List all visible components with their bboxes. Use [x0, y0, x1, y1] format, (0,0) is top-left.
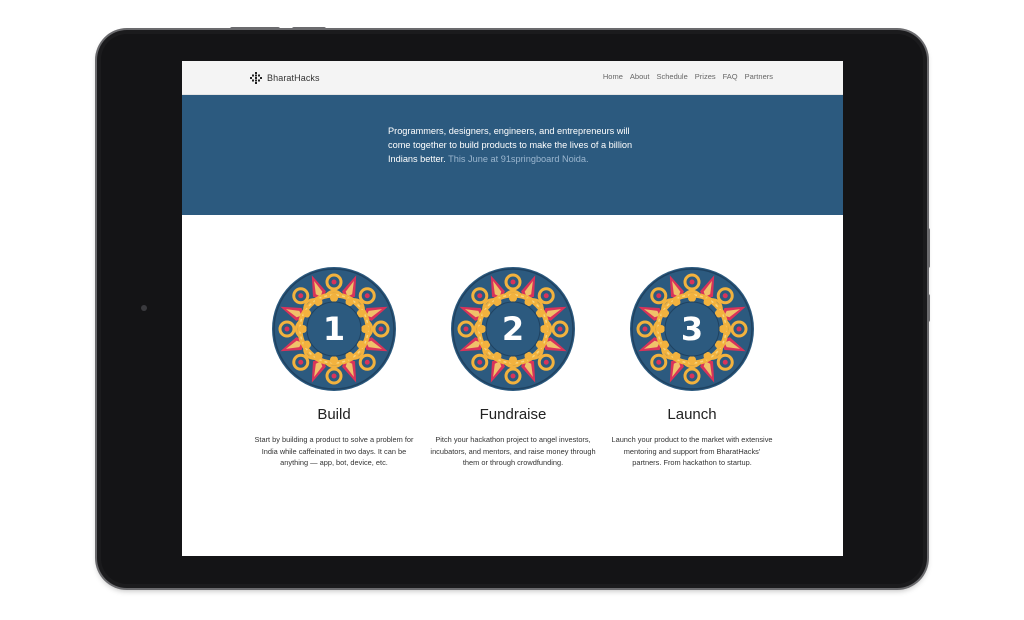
brand-name: BharatHacks — [267, 73, 320, 83]
nav-link-partners[interactable]: Partners — [745, 72, 773, 81]
step-description: Pitch your hackathon project to angel in… — [430, 435, 596, 467]
step-description: Start by building a product to solve a p… — [254, 435, 414, 467]
nav-link-schedule[interactable]: Schedule — [657, 72, 688, 81]
brand-link[interactable]: BharatHacks — [250, 72, 320, 84]
nav-link-about[interactable]: About — [630, 72, 650, 81]
nav-menu: Home About Schedule Prizes FAQ Partners — [603, 72, 773, 81]
grid-dots-icon — [250, 72, 262, 84]
hero-text: Programmers, designers, engineers, and e… — [388, 124, 638, 166]
camera-icon — [141, 305, 147, 311]
hero-highlight-text: This June at 91springboard Noida. — [445, 154, 589, 164]
mandala-badge: 3 — [628, 265, 756, 393]
tablet-top-button — [292, 27, 326, 30]
step-build: 1 Build Start by building a product to s… — [249, 265, 419, 469]
step-launch: 3 Launch Launch your product to the mark… — [607, 265, 777, 469]
mandala-badge: 2 — [449, 265, 577, 393]
mandala-badge: 1 — [270, 265, 398, 393]
hero-section: Programmers, designers, engineers, and e… — [182, 95, 843, 215]
step-number: 2 — [501, 310, 525, 348]
step-description: Launch your product to the market with e… — [611, 435, 773, 467]
step-number: 3 — [680, 310, 704, 348]
tablet-top-button — [230, 27, 280, 30]
nav-link-prizes[interactable]: Prizes — [695, 72, 716, 81]
step-title: Fundraise — [479, 406, 547, 423]
step-fundraise: 2 Fundraise Pitch your hackathon project… — [428, 265, 598, 469]
step-title: Launch — [667, 406, 717, 423]
step-title: Build — [317, 406, 351, 423]
nav-link-home[interactable]: Home — [603, 72, 623, 81]
navbar: BharatHacks Home About Schedule Prizes F… — [182, 61, 843, 95]
step-number: 1 — [322, 310, 346, 348]
nav-link-faq[interactable]: FAQ — [723, 72, 738, 81]
tablet-side-button — [927, 294, 930, 322]
tablet-side-button — [927, 228, 930, 268]
website-screen: BharatHacks Home About Schedule Prizes F… — [182, 61, 843, 556]
